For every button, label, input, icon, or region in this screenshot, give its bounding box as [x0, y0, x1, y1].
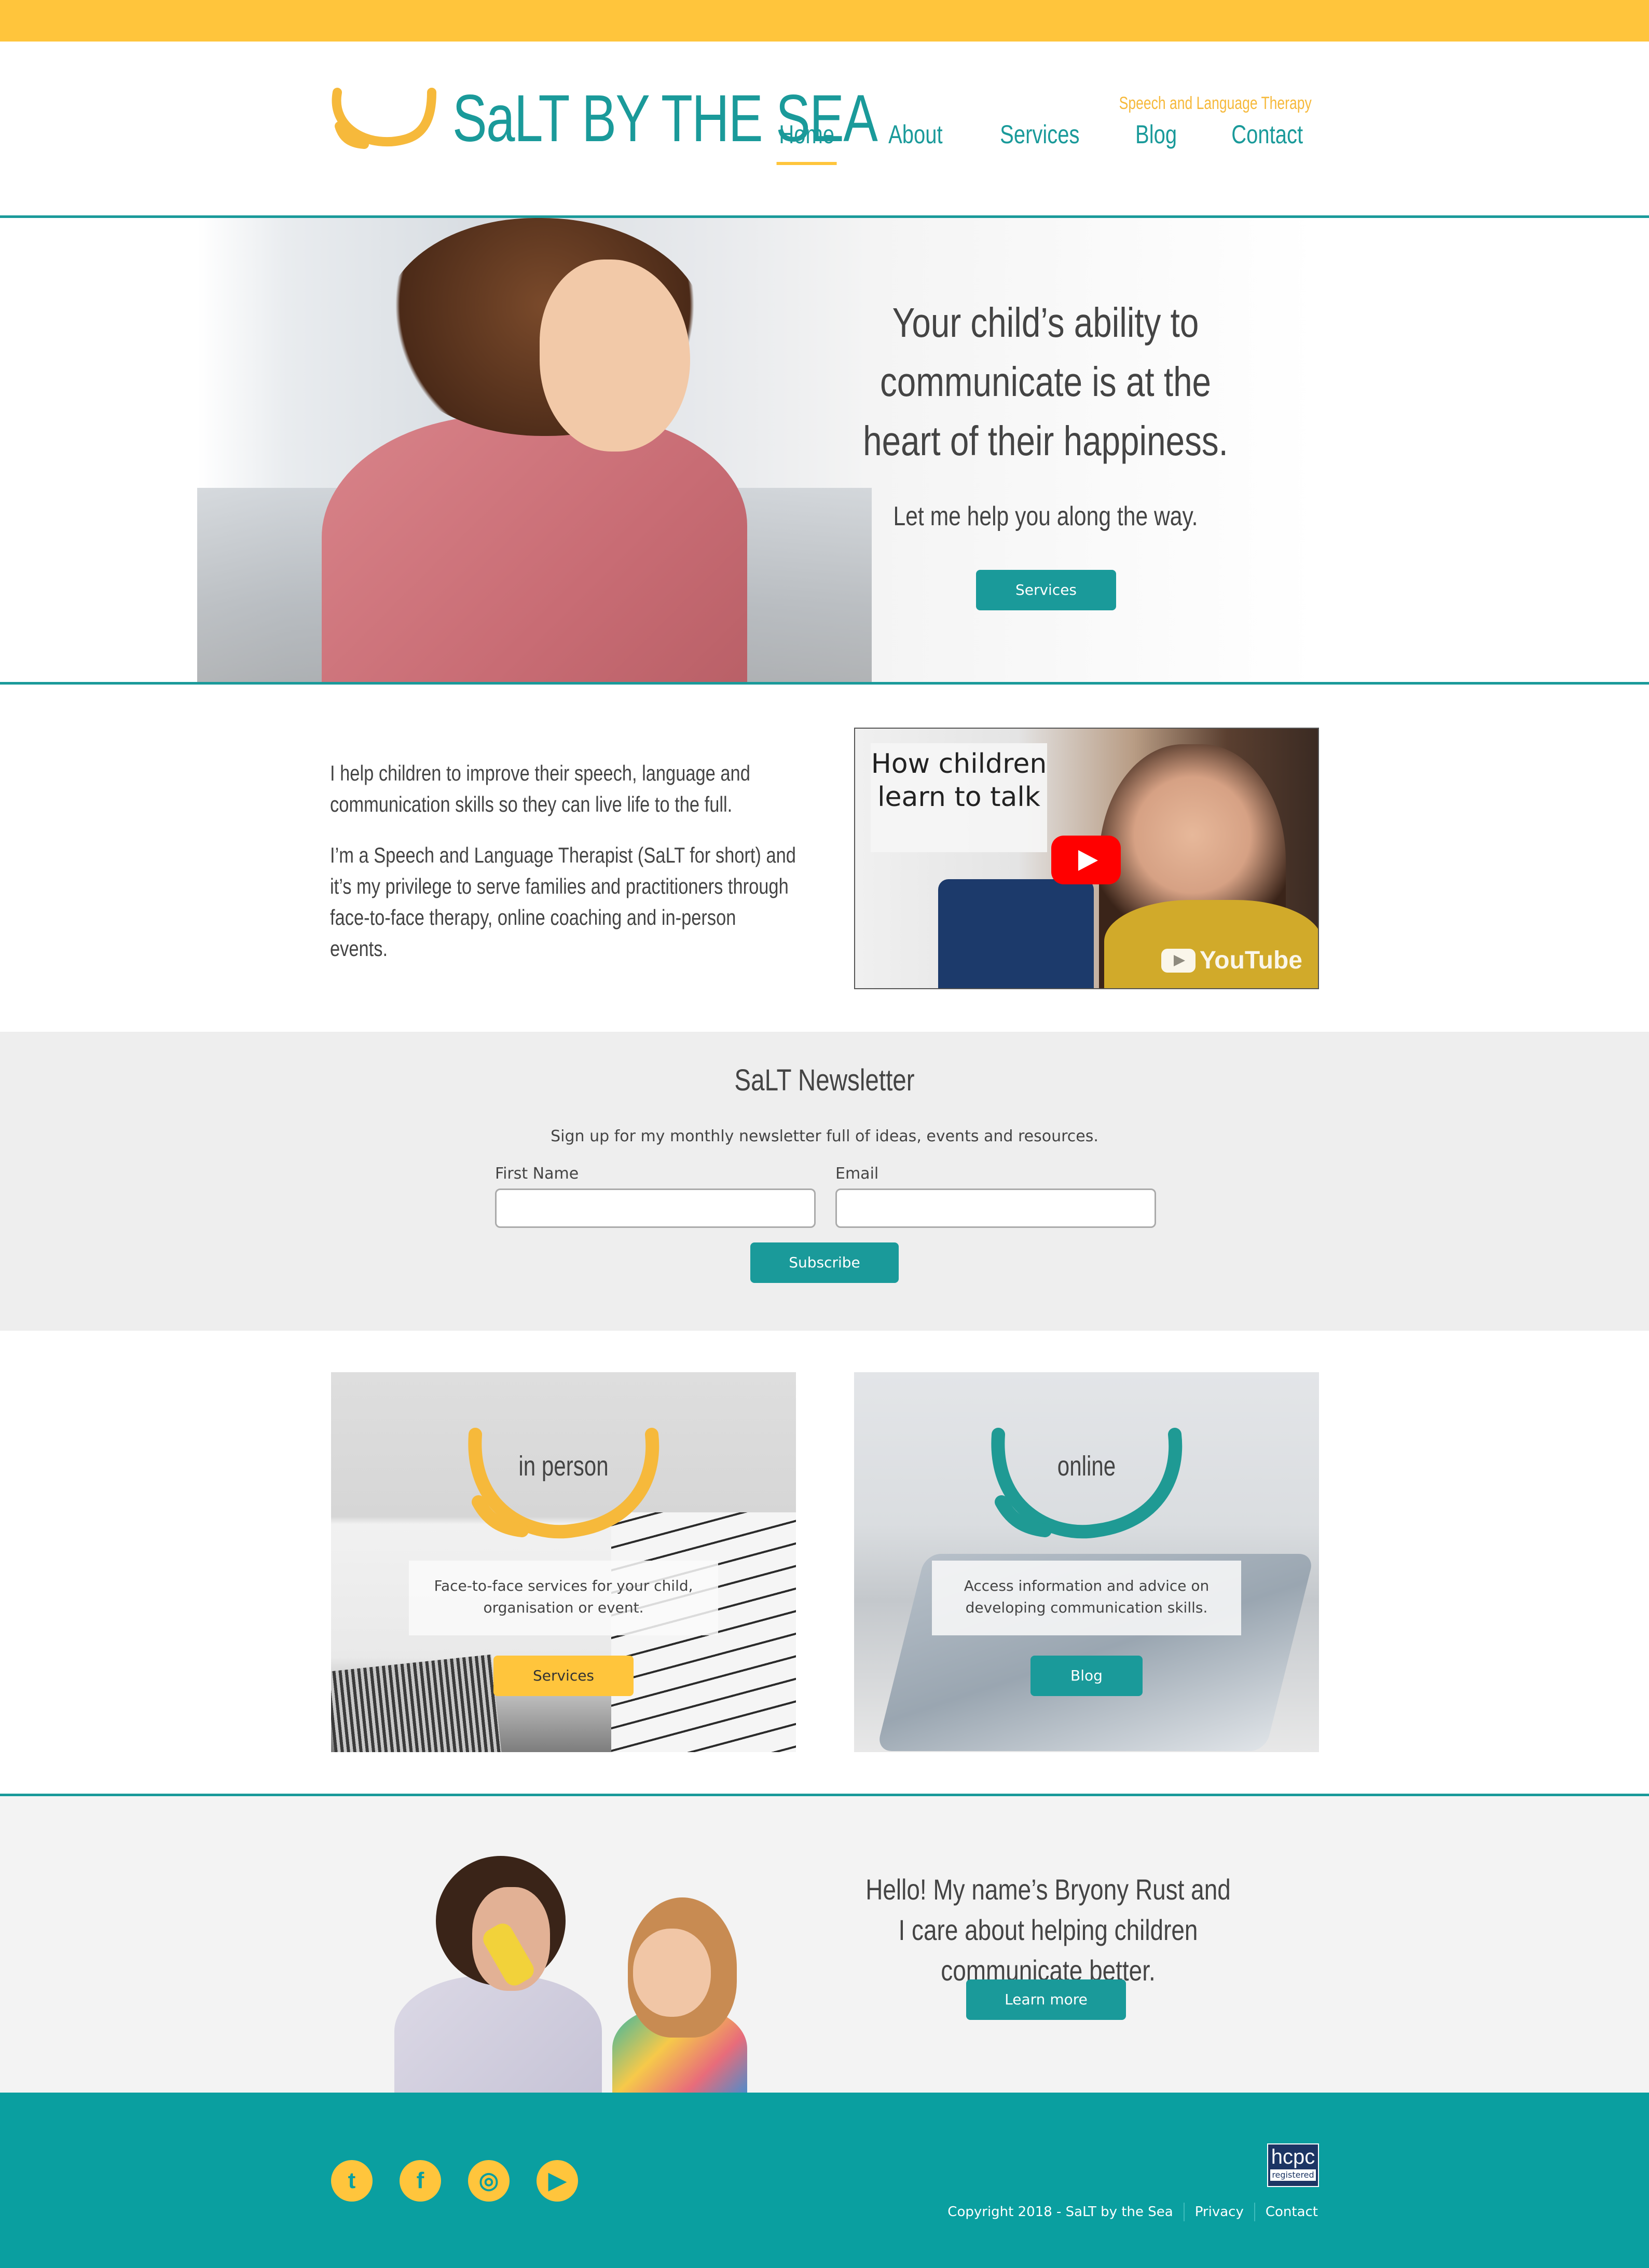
nav-services[interactable]: Services [1000, 119, 1079, 149]
first-name-label: First Name [495, 1165, 579, 1183]
divider [0, 1794, 1649, 1796]
in-person-services-button[interactable]: Services [493, 1656, 634, 1696]
card-in-person: in person Face-to-face services for your… [331, 1372, 796, 1752]
nav-blog[interactable]: Blog [1135, 119, 1177, 149]
play-icon[interactable] [1051, 836, 1121, 884]
video-thumbnail-chair [938, 879, 1094, 988]
copyright-text: Copyright 2018 - SaLT by the Sea [947, 2204, 1173, 2220]
facebook-icon[interactable]: f [400, 2160, 441, 2202]
main-nav: Home About Services Blog Contact [732, 119, 1312, 165]
divider [1183, 2203, 1185, 2221]
video-caption: How children learn to talk [871, 743, 1047, 852]
card-title: in person [518, 1451, 609, 1482]
divider [0, 682, 1649, 685]
card-title: online [1057, 1451, 1116, 1482]
footer-link-privacy[interactable]: Privacy [1195, 2204, 1244, 2220]
newsletter-section: SaLT Newsletter Sign up for my monthly n… [0, 1032, 1649, 1331]
hero-section: Your child’s ability to communicate is a… [0, 218, 1649, 683]
hero-heading: Your child’s ability to communicate is a… [863, 299, 1228, 464]
site-header: SaLT BY THE SEA Speech and Language Ther… [0, 42, 1649, 215]
video-thumbnail-cardigan [1104, 900, 1318, 988]
about-photo [394, 1856, 758, 2100]
youtube-logo[interactable]: YouTube [1161, 946, 1302, 975]
hcpc-badge[interactable]: hcpc registered [1267, 2143, 1319, 2187]
hero-services-button[interactable]: Services [976, 570, 1116, 610]
online-blog-button[interactable]: Blog [1030, 1656, 1143, 1696]
site-footer: t f ◎ ▶ hcpc registered Copyright 2018 -… [0, 2093, 1649, 2268]
video-embed[interactable]: How children learn to talk YouTube [854, 728, 1319, 989]
online-smile-icon [991, 1428, 1183, 1539]
youtube-icon[interactable]: ▶ [537, 2160, 578, 2202]
instagram-icon[interactable]: ◎ [468, 2160, 510, 2202]
youtube-logo-text: YouTube [1199, 947, 1302, 974]
hcpc-badge-sub: registered [1270, 2169, 1316, 2181]
hero-photo-child-body [322, 415, 747, 683]
nav-contact[interactable]: Contact [1231, 119, 1303, 149]
first-name-input[interactable] [495, 1188, 816, 1228]
newsletter-subtitle: Sign up for my monthly newsletter full o… [551, 1127, 1098, 1145]
newsletter-title: SaLT Newsletter [734, 1063, 915, 1097]
intro-paragraph: I’m a Speech and Language Therapist (SaL… [330, 843, 796, 961]
intro-text: I help children to improve their speech,… [330, 758, 796, 984]
nav-about[interactable]: About [888, 119, 943, 149]
subscribe-button[interactable]: Subscribe [750, 1242, 899, 1283]
card-photo-pillow [331, 1654, 502, 1752]
divider [1254, 2203, 1255, 2221]
email-label: Email [835, 1165, 879, 1183]
twitter-icon[interactable]: t [331, 2160, 373, 2202]
site-tagline: Speech and Language Therapy [1119, 93, 1312, 113]
logo-smile-icon[interactable] [328, 87, 437, 155]
hero-subheading: Let me help you along the way. [893, 501, 1198, 531]
card-text: Face-to-face services for your child, or… [409, 1561, 718, 1635]
card-online: online Access information and advice on … [854, 1372, 1319, 1752]
youtube-icon [1161, 948, 1195, 973]
in-person-smile-icon [468, 1428, 659, 1539]
nav-home[interactable]: Home [776, 119, 837, 165]
about-text: Hello! My name’s Bryony Rust and I care … [865, 1873, 1231, 1987]
footer-links: Copyright 2018 - SaLT by the Sea Privacy… [947, 2203, 1318, 2221]
about-photo-mother-body [394, 1975, 602, 2100]
about-photo-girl-face [633, 1929, 711, 2017]
learn-more-button[interactable]: Learn more [966, 1979, 1126, 2020]
top-accent-bar [0, 0, 1649, 42]
footer-link-contact[interactable]: Contact [1266, 2204, 1318, 2220]
email-input[interactable] [835, 1188, 1156, 1228]
intro-paragraph: I help children to improve their speech,… [330, 761, 750, 816]
card-text: Access information and advice on develop… [932, 1561, 1241, 1635]
about-section: Hello! My name’s Bryony Rust and I care … [0, 1797, 1649, 2100]
hero-text-block: Your child’s ability to communicate is a… [799, 293, 1292, 532]
hcpc-badge-title: hcpc [1271, 2146, 1315, 2168]
